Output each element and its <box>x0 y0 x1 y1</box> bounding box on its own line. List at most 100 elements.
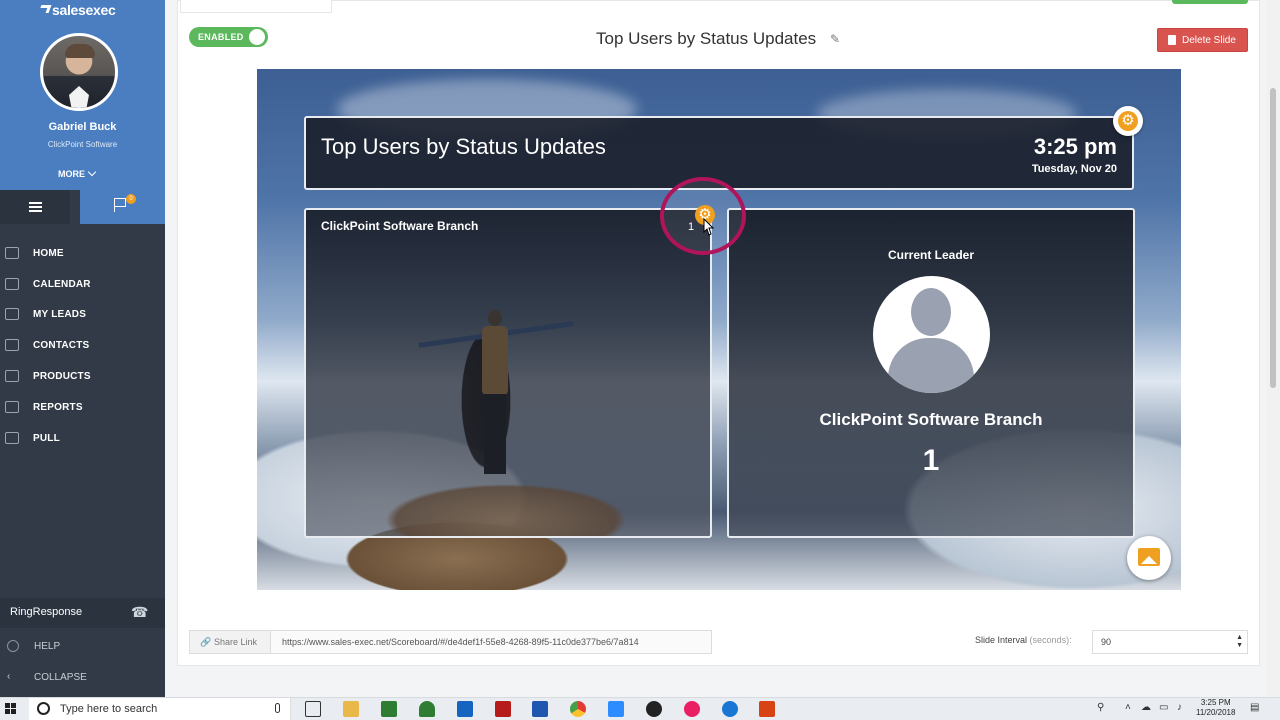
sidebar-item-reports[interactable]: REPORTS <box>0 393 165 421</box>
delete-slide-button[interactable]: Delete Slide <box>1157 28 1248 52</box>
change-background-image-button[interactable] <box>1127 536 1171 580</box>
sidebar-item-calendar[interactable]: CALENDAR <box>0 270 165 298</box>
sidebar-profile: salesexec Gabriel Buck ClickPoint Softwa… <box>0 0 165 190</box>
collapse-label: COLLAPSE <box>34 672 87 683</box>
network-icon[interactable]: ▭ <box>1159 702 1168 713</box>
chevron-left-icon: ‹ <box>7 671 11 682</box>
store-icon[interactable] <box>381 701 397 717</box>
file-explorer-icon[interactable] <box>343 701 359 717</box>
leader-score: 1 <box>922 444 940 477</box>
app-icon[interactable] <box>646 701 662 717</box>
start-tile <box>11 709 16 714</box>
chevron-up-icon[interactable]: ˄ <box>1125 702 1131 713</box>
gear-icon: ⚙ <box>1118 111 1138 131</box>
sidebar-item-products[interactable]: PRODUCTS <box>0 362 165 390</box>
leader-avatar-icon <box>873 276 990 393</box>
scroll-thumb[interactable] <box>1270 88 1276 388</box>
start-tile <box>5 709 10 714</box>
products-icon <box>5 370 19 382</box>
leads-icon <box>5 308 19 320</box>
spinner-arrows-icon[interactable]: ▲ ▼ <box>1236 634 1243 650</box>
person-icon[interactable]: ⚲ <box>1097 702 1104 713</box>
help-label: HELP <box>34 641 61 652</box>
sidebar-item-my-leads[interactable]: MY LEADS <box>0 300 165 328</box>
outlook-icon[interactable] <box>457 701 473 717</box>
avatar-shirt <box>69 86 89 108</box>
sidebar-item-home[interactable]: HOME <box>0 239 165 267</box>
windows-start-icon[interactable] <box>5 703 17 715</box>
sidebar-item-label: MY LEADS <box>33 308 87 320</box>
word-icon[interactable] <box>532 701 548 717</box>
share-link-button[interactable]: 🔗 Share Link <box>190 631 271 653</box>
mouse-cursor-icon <box>703 218 714 236</box>
home-icon <box>5 247 19 259</box>
avatar[interactable] <box>40 33 118 111</box>
image-icon <box>1138 548 1160 566</box>
taskbar-clock[interactable]: 3:25 PM 11/20/2018 <box>1196 698 1235 718</box>
flag-icon <box>114 198 126 212</box>
notifications-icon[interactable]: ▤ <box>1250 702 1259 713</box>
current-leader-card: Current Leader ClickPoint Software Branc… <box>727 208 1135 538</box>
sidebar-item-label: PULL <box>33 432 60 444</box>
contacts-icon <box>5 339 19 351</box>
sidebar-item-label: CONTACTS <box>33 339 90 351</box>
slide-title[interactable]: Top Users by Status Updates <box>596 29 816 49</box>
enabled-toggle[interactable]: ENABLED <box>189 27 268 47</box>
share-url-field[interactable]: https://www.sales-exec.net/Scoreboard/#/… <box>282 637 707 647</box>
sidebar-item-pull[interactable]: PULL <box>0 424 165 452</box>
task-view-icon[interactable] <box>305 701 321 717</box>
cortana-icon <box>37 702 50 715</box>
acrobat-icon[interactable] <box>495 701 511 717</box>
hamburger-line <box>29 210 42 212</box>
sidebar-item-contacts[interactable]: CONTACTS <box>0 331 165 359</box>
chrome-icon[interactable] <box>570 701 586 717</box>
slide-interval-label: Slide Interval (seconds): <box>975 635 1072 645</box>
clock-time: 3:25 PM <box>1200 698 1231 707</box>
ring-response-bar[interactable]: RingResponse ☎ <box>0 598 165 628</box>
avatar-head <box>911 288 951 336</box>
microphone-icon[interactable] <box>275 703 280 713</box>
brand-logo[interactable]: salesexec <box>38 2 116 18</box>
hiker-image <box>418 310 574 490</box>
itunes-icon[interactable] <box>684 701 700 717</box>
sidebar-item-label: PRODUCTS <box>33 370 91 382</box>
sidebar-menu-bar: 0 <box>0 190 165 224</box>
powerpoint-icon[interactable] <box>759 701 775 717</box>
slide-header-title: Top Users by Status Updates <box>321 134 606 159</box>
delete-slide-label: Delete Slide <box>1182 35 1236 46</box>
interval-label-text: Slide Interval <box>975 635 1028 645</box>
sidebar-item-label: REPORTS <box>33 401 83 413</box>
flag-button[interactable]: 0 <box>80 190 165 224</box>
chevron-down-icon <box>87 167 97 177</box>
hiker-legs <box>484 394 506 474</box>
security-shield-icon[interactable] <box>419 701 435 717</box>
zoom-icon[interactable] <box>608 701 624 717</box>
volume-icon[interactable]: ♪ <box>1177 702 1182 713</box>
start-tile <box>5 703 10 708</box>
trash-icon <box>1168 35 1176 45</box>
ring-response-label: RingResponse <box>10 606 83 618</box>
help-icon <box>7 640 19 652</box>
sidebar: salesexec Gabriel Buck ClickPoint Softwa… <box>0 0 165 697</box>
toggle-label: ENABLED <box>198 32 244 42</box>
interval-unit: (seconds): <box>1029 635 1072 645</box>
tab-stub[interactable] <box>180 0 332 13</box>
user-company: ClickPoint Software <box>47 140 118 149</box>
slide-interval-input[interactable]: 90 ▲ ▼ <box>1092 630 1248 654</box>
save-button-edge[interactable] <box>1172 0 1248 4</box>
interval-value: 90 <box>1101 637 1112 647</box>
phone-icon[interactable]: ☎ <box>131 604 148 621</box>
pencil-icon[interactable]: ✎ <box>830 32 840 46</box>
more-label: MORE <box>58 169 85 179</box>
edge-icon[interactable] <box>722 701 738 717</box>
hamburger-menu-button[interactable] <box>0 190 70 224</box>
hiker-backpack <box>482 326 508 396</box>
avatar-hair <box>65 44 95 58</box>
header-settings-gear-icon[interactable]: ⚙ <box>1113 106 1143 136</box>
hamburger-line <box>29 202 42 204</box>
taskbar-search-input[interactable]: Type here to search <box>29 698 291 720</box>
clock-date: 11/20/2018 <box>1196 708 1236 717</box>
more-button[interactable]: MORE <box>58 167 97 179</box>
cloud-icon[interactable]: ☁ <box>1141 702 1151 713</box>
slide-time: 3:25 pm <box>1033 134 1117 159</box>
